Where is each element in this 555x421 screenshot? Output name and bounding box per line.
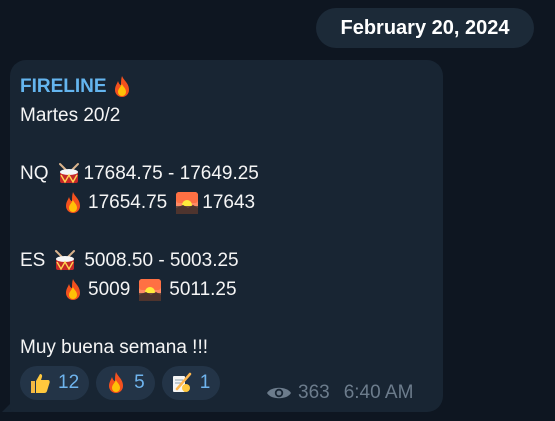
es-range: 5008.50 - 5003.25: [84, 250, 239, 271]
es-fire-value: 5009: [88, 279, 131, 300]
message-meta: 363 6:40 AM: [266, 380, 413, 406]
eye-icon: [267, 387, 291, 399]
reaction-thumbs-up[interactable]: 12: [20, 366, 90, 400]
fire-icon: [61, 278, 85, 302]
es-line: ES 5008.50 - 5003.25: [20, 248, 239, 274]
date-separator: February 20, 2024: [316, 8, 534, 48]
sender-line: FIRELINE: [20, 74, 137, 100]
sunset-icon: [138, 278, 162, 302]
message-time: 6:40 AM: [343, 382, 414, 403]
reaction-fire[interactable]: 5: [96, 366, 155, 400]
message-line-date: Martes 20/2: [20, 103, 120, 129]
nq-line: NQ 17684.75 - 17649.25: [20, 161, 259, 187]
reaction-count: 12: [58, 372, 80, 393]
reaction-writing-hand[interactable]: 1: [161, 366, 221, 400]
es-sunset-value: 5011.25: [169, 279, 237, 300]
nq-levels-line: 17654.75 17643: [58, 190, 255, 216]
nq-range: 17684.75 - 17649.25: [83, 163, 259, 184]
reaction-count: 5: [134, 372, 145, 393]
es-label: ES: [20, 250, 46, 271]
sunset-icon: [175, 191, 199, 215]
thumbs-up-icon: [28, 371, 52, 395]
nq-fire-value: 17654.75: [88, 192, 168, 213]
nq-sunset-value: 17643: [202, 192, 256, 213]
writing-hand-icon: [170, 371, 194, 395]
drum-icon: [53, 249, 77, 273]
fire-icon: [104, 371, 128, 395]
message-date-text: Martes 20/2: [20, 105, 121, 126]
closing-line: Muy buena semana !!!: [20, 335, 208, 361]
drum-icon: [57, 162, 81, 186]
closing-text: Muy buena semana !!!: [20, 337, 208, 358]
sender-name[interactable]: FIRELINE: [20, 76, 107, 98]
view-count: 363: [298, 382, 330, 403]
es-levels-line: 5009 5011.25: [58, 277, 237, 303]
fire-icon: [110, 75, 134, 99]
reaction-count: 1: [199, 372, 211, 393]
reactions-row: 12 5 1: [20, 366, 221, 400]
nq-label: NQ: [20, 163, 49, 184]
fire-icon: [61, 191, 85, 215]
